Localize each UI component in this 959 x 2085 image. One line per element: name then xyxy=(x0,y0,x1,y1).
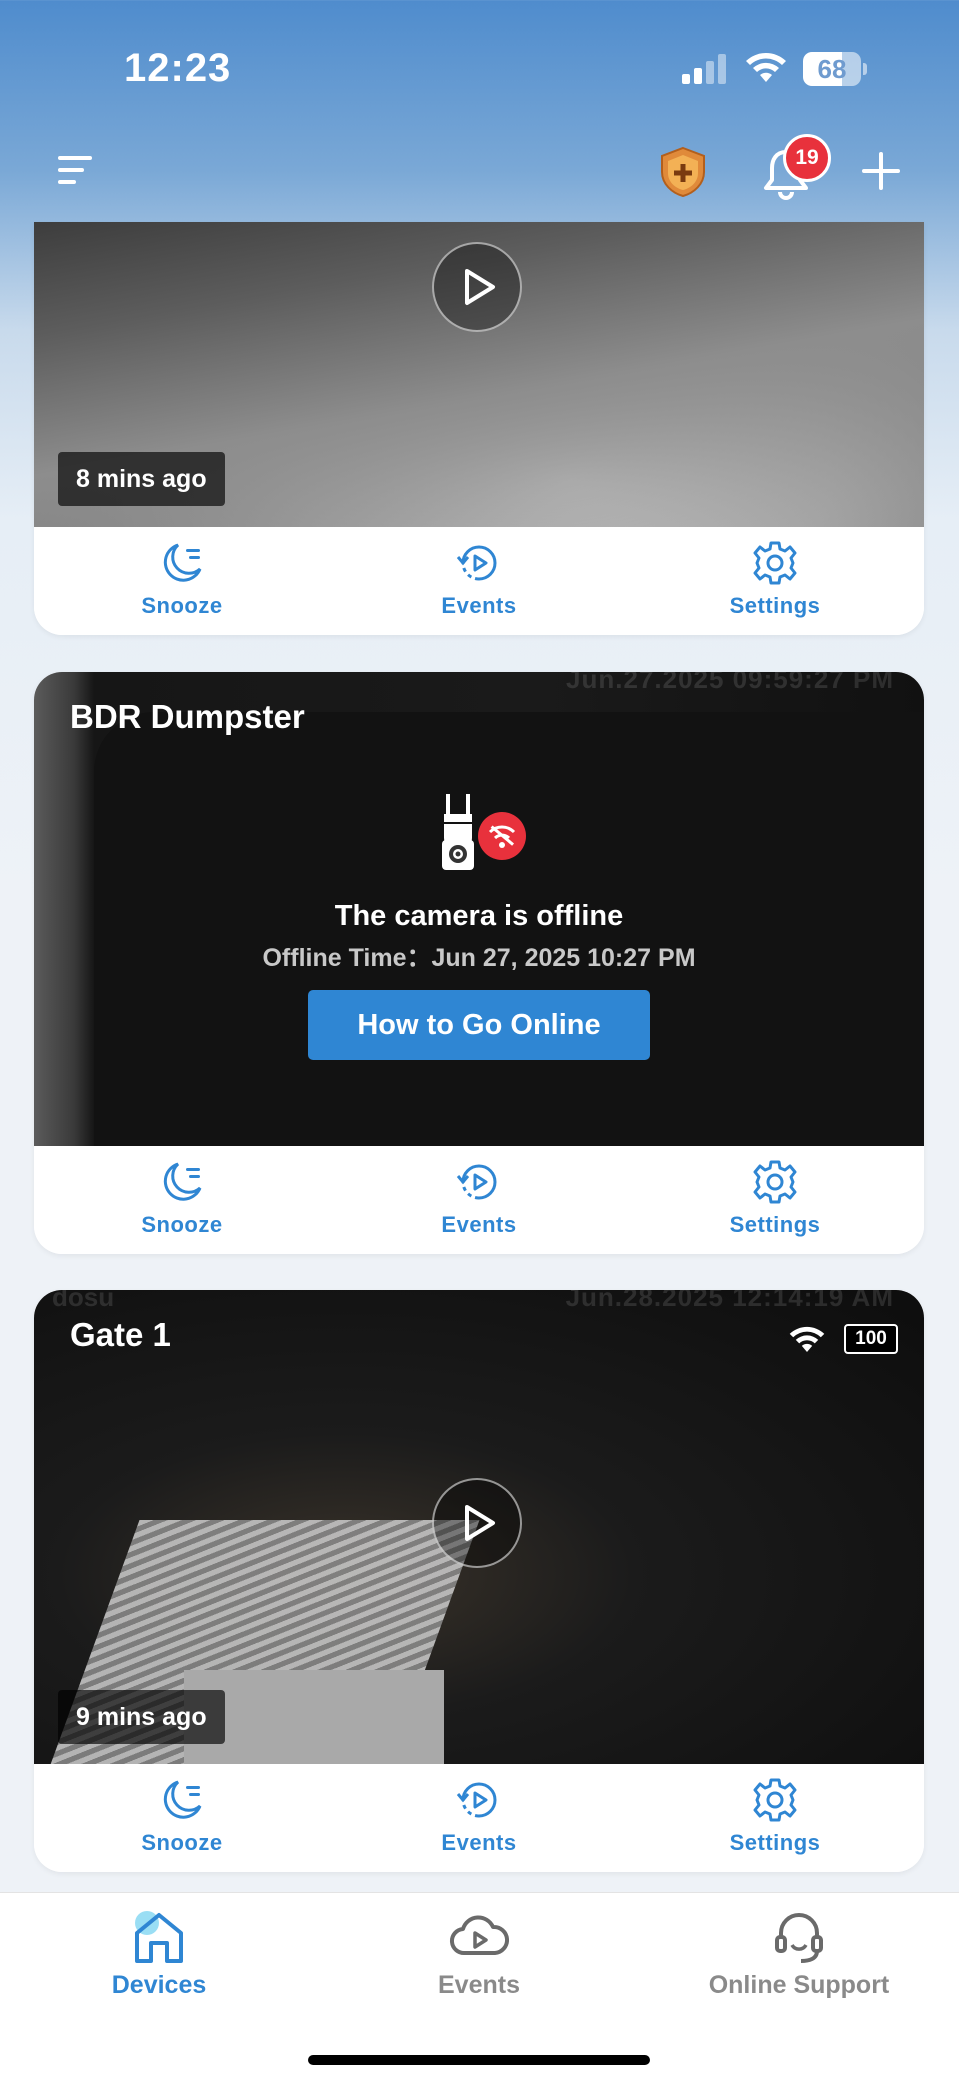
play-button[interactable] xyxy=(432,242,522,332)
gear-icon xyxy=(753,1778,797,1822)
snooze-button[interactable]: Snooze xyxy=(82,539,282,629)
snooze-button[interactable]: Snooze xyxy=(82,1158,282,1248)
add-device-button[interactable] xyxy=(856,146,906,196)
camera-name: Gate 1 xyxy=(70,1316,171,1353)
moon-icon xyxy=(163,1162,202,1201)
camera-battery: 100 xyxy=(844,1324,898,1354)
events-button[interactable]: Events xyxy=(379,539,579,629)
settings-label: Settings xyxy=(729,593,821,618)
event-replay-icon xyxy=(456,545,497,581)
notification-badge: 19 xyxy=(783,134,831,182)
events-label: Events xyxy=(441,593,517,618)
menu-button[interactable] xyxy=(56,150,96,190)
settings-button[interactable]: Settings xyxy=(675,539,875,629)
camera-wifi-icon xyxy=(789,1326,825,1352)
events-label: Events xyxy=(441,1830,517,1855)
home-indicator xyxy=(308,2055,650,2065)
settings-button[interactable]: Settings xyxy=(675,1776,875,1866)
events-button[interactable]: Events xyxy=(379,1158,579,1248)
camera-preview: Jun.27.2025 09:59:27 PM BDR Dumpster The… xyxy=(34,672,924,1146)
snooze-label: Snooze xyxy=(141,593,223,618)
gear-icon xyxy=(753,541,797,585)
shield-plus-icon xyxy=(661,146,705,198)
tab-events[interactable]: Events xyxy=(329,1893,629,2013)
camera-preview[interactable]: 8 mins ago xyxy=(34,222,924,527)
events-label: Events xyxy=(441,1212,517,1237)
event-replay-icon xyxy=(456,1164,497,1200)
event-replay-icon xyxy=(456,1782,497,1818)
camera-name: BDR Dumpster xyxy=(70,698,305,735)
camera-card: Jun.27.2025 09:59:27 PM BDR Dumpster The… xyxy=(34,672,924,1254)
card-actions: Snooze Events Settings xyxy=(34,1146,924,1254)
camera-card: dosu Jun.28.2025 12:14:19 AM Gate 1 100 … xyxy=(34,1290,924,1872)
home-icon xyxy=(135,1911,183,1963)
headset-icon xyxy=(775,1913,823,1963)
menu-icon xyxy=(58,156,92,184)
clock: 12:23 xyxy=(124,46,232,90)
moon-icon xyxy=(163,543,202,582)
camera-preview[interactable]: dosu Jun.28.2025 12:14:19 AM Gate 1 100 … xyxy=(34,1290,924,1764)
settings-label: Settings xyxy=(729,1212,821,1237)
plus-icon xyxy=(862,152,900,190)
status-bar: 12:23 68 xyxy=(0,0,959,140)
last-seen-chip: 8 mins ago xyxy=(58,452,225,506)
wifi-icon xyxy=(746,53,786,82)
gear-icon xyxy=(753,1160,797,1204)
snooze-label: Snooze xyxy=(141,1830,223,1855)
settings-button[interactable]: Settings xyxy=(675,1158,875,1248)
how-to-go-online-button[interactable]: How to Go Online xyxy=(308,990,650,1060)
settings-label: Settings xyxy=(729,1830,821,1855)
card-actions: Snooze Events Settings xyxy=(34,527,924,635)
offline-title: The camera is offline xyxy=(334,900,624,932)
play-button[interactable] xyxy=(432,1478,522,1568)
timestamp-overlay: Jun.27.2025 09:59:27 PM xyxy=(566,672,894,694)
cellular-signal-icon xyxy=(682,54,726,84)
tab-online-support-label: Online Support xyxy=(708,1971,890,1999)
timestamp-overlay: Jun.28.2025 12:14:19 AM xyxy=(565,1290,894,1312)
tab-devices[interactable]: Devices xyxy=(9,1893,309,2013)
security-plan-button[interactable] xyxy=(658,146,708,198)
snooze-button[interactable]: Snooze xyxy=(82,1776,282,1866)
tab-online-support[interactable]: Online Support xyxy=(649,1893,949,2013)
battery-indicator: 68 xyxy=(803,52,867,86)
cloud-play-icon xyxy=(450,1915,509,1956)
camera-card: 8 mins ago Snooze Events Settings xyxy=(34,222,924,635)
camera-offline-icon xyxy=(442,794,526,870)
play-icon xyxy=(465,269,495,305)
moon-icon xyxy=(163,1780,202,1819)
battery-percent: 68 xyxy=(817,54,847,84)
last-seen-chip: 9 mins ago xyxy=(58,1690,225,1744)
events-button[interactable]: Events xyxy=(379,1776,579,1866)
tab-events-label: Events xyxy=(438,1971,520,1999)
snooze-label: Snooze xyxy=(141,1212,223,1237)
play-icon xyxy=(465,1505,495,1541)
offline-time: Offline Time：Jun 27, 2025 10:27 PM xyxy=(262,944,696,972)
card-actions: Snooze Events Settings xyxy=(34,1764,924,1872)
tab-devices-label: Devices xyxy=(111,1971,207,1999)
brand-overlay: dosu xyxy=(52,1290,115,1312)
